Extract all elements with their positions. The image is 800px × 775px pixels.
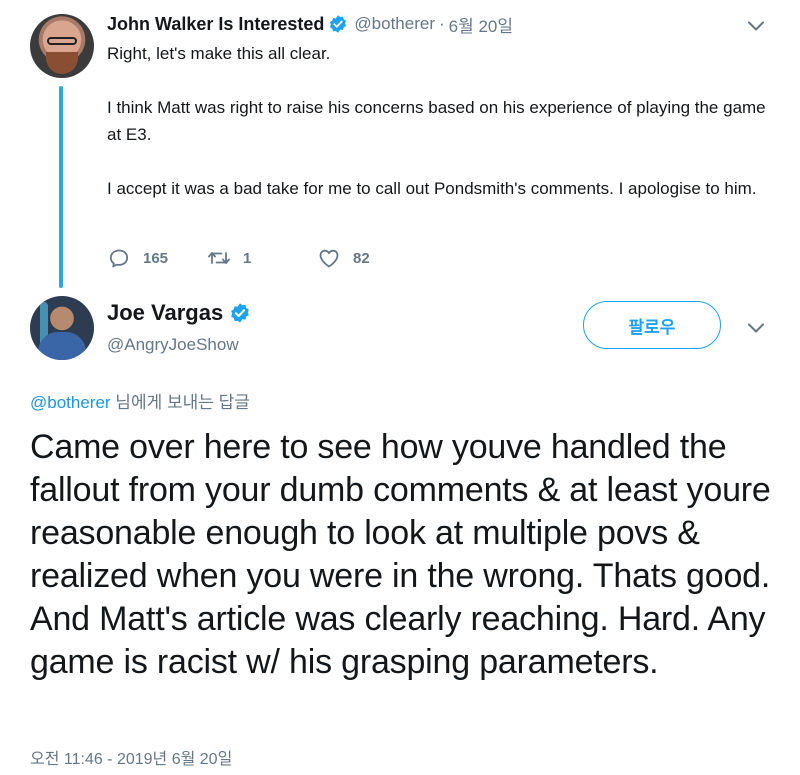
parent-author-handle[interactable]: @botherer [354,14,435,34]
parent-tweet-header: John Walker Is Interested @botherer · 6월… [107,12,513,36]
main-tweet-timestamp[interactable]: 오전 11:46 - 2019년 6월 20일 [30,745,232,769]
like-button[interactable]: 82 [317,246,370,270]
follow-button[interactable]: 팔로우 [583,301,721,349]
parent-paragraph-3: I accept it was a bad take for me to cal… [107,179,757,198]
chevron-down-icon[interactable] [747,20,765,32]
parent-date-separator: · [438,14,445,33]
reply-count: 165 [143,249,169,267]
parent-author-name[interactable]: John Walker Is Interested [107,14,324,35]
parent-tweet-date[interactable]: 6월 20일 [449,12,513,37]
parent-tweet-actions: 165 1 82 [107,244,370,272]
reply-icon [109,249,129,268]
avatar-john-walker[interactable] [30,14,94,78]
reply-button[interactable]: 165 [107,246,207,270]
parent-paragraph-1: Right, let's make this all clear. [107,44,331,63]
reply-to-mention-link[interactable]: @botherer [30,393,111,412]
verified-badge-icon [231,303,250,323]
main-author-handle[interactable]: @AngryJoeShow [107,335,239,355]
parent-paragraph-2: I think Matt was right to raise his conc… [107,98,766,144]
retweet-button[interactable]: 1 [207,246,317,270]
avatar-beard [46,52,78,74]
avatar-joe-vargas[interactable] [30,296,94,360]
main-tweet-text: Came over here to see how youve handled … [30,428,771,681]
heart-icon [319,249,339,268]
replying-to-line: @botherer 님에게 보내는 답글 [30,388,250,413]
avatar-armor [38,332,86,360]
chevron-down-icon[interactable] [747,322,765,334]
reply-to-suffix: 님에게 보내는 답글 [110,393,250,412]
avatar-glasses [47,37,77,45]
retweet-icon [208,252,230,264]
main-author-name[interactable]: Joe Vargas [107,300,223,326]
thread-connector-line [59,86,63,288]
verified-badge-icon [330,15,347,33]
retweet-count: 1 [243,249,252,267]
parent-tweet-text: Right, let's make this all clear. I thin… [107,40,767,202]
like-count: 82 [353,249,370,267]
main-author-name-row: Joe Vargas [107,300,251,326]
